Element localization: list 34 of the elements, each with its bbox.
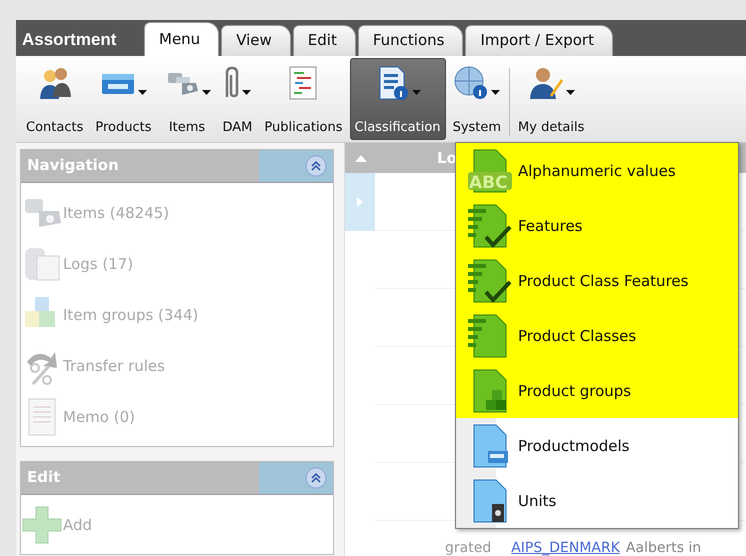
toolbar-button[interactable]: Contacts [21,58,88,140]
panel-title: Navigation [26,155,120,176]
toolbar-button[interactable]: Products [90,58,156,140]
table-cell: grated [445,540,492,556]
ribbon-tab[interactable]: Menu [144,22,220,56]
table-cell: Aalberts in [626,540,702,556]
collapse-icon[interactable] [305,467,327,489]
app-title: Assortment [21,30,118,51]
plus-icon [21,504,63,544]
ribbon-tab[interactable]: View [221,25,291,56]
person-pencil-icon [528,65,564,101]
menu-item[interactable]: ABC Alphanumeric values [456,143,738,198]
ribbon-tab[interactable]: Functions [358,25,464,56]
menu-item[interactable]: Product Class Features [456,253,738,308]
toolbar-button[interactable]: DAM [218,58,258,140]
table-link[interactable]: AIPS_DENMARK [511,540,620,556]
menu-item[interactable]: Units [456,473,738,528]
menu-item[interactable]: Product Classes [456,308,738,363]
toolbar-button[interactable]: System [448,58,506,140]
menu-item[interactable]: Product groups [456,363,738,418]
ribbon-tab[interactable]: Edit [292,25,356,56]
document-list-check-icon [466,258,514,304]
menu-item[interactable]: Productmodels [456,418,738,473]
globe-info-icon [453,65,490,101]
toolbar-button[interactable]: My details [513,58,590,140]
panel-title: Edit [26,467,62,488]
toolbar-button[interactable]: Items [158,58,216,140]
menu-item[interactable]: Features [456,198,738,253]
toolbar-button[interactable]: Publications [259,58,348,140]
collapse-icon[interactable] [305,155,327,177]
row-pointer-icon [357,197,363,207]
ribbon-tab[interactable]: Import / Export [465,25,613,56]
document-list-check-icon [466,202,514,248]
toolbar-button[interactable]: Classification [350,58,446,140]
